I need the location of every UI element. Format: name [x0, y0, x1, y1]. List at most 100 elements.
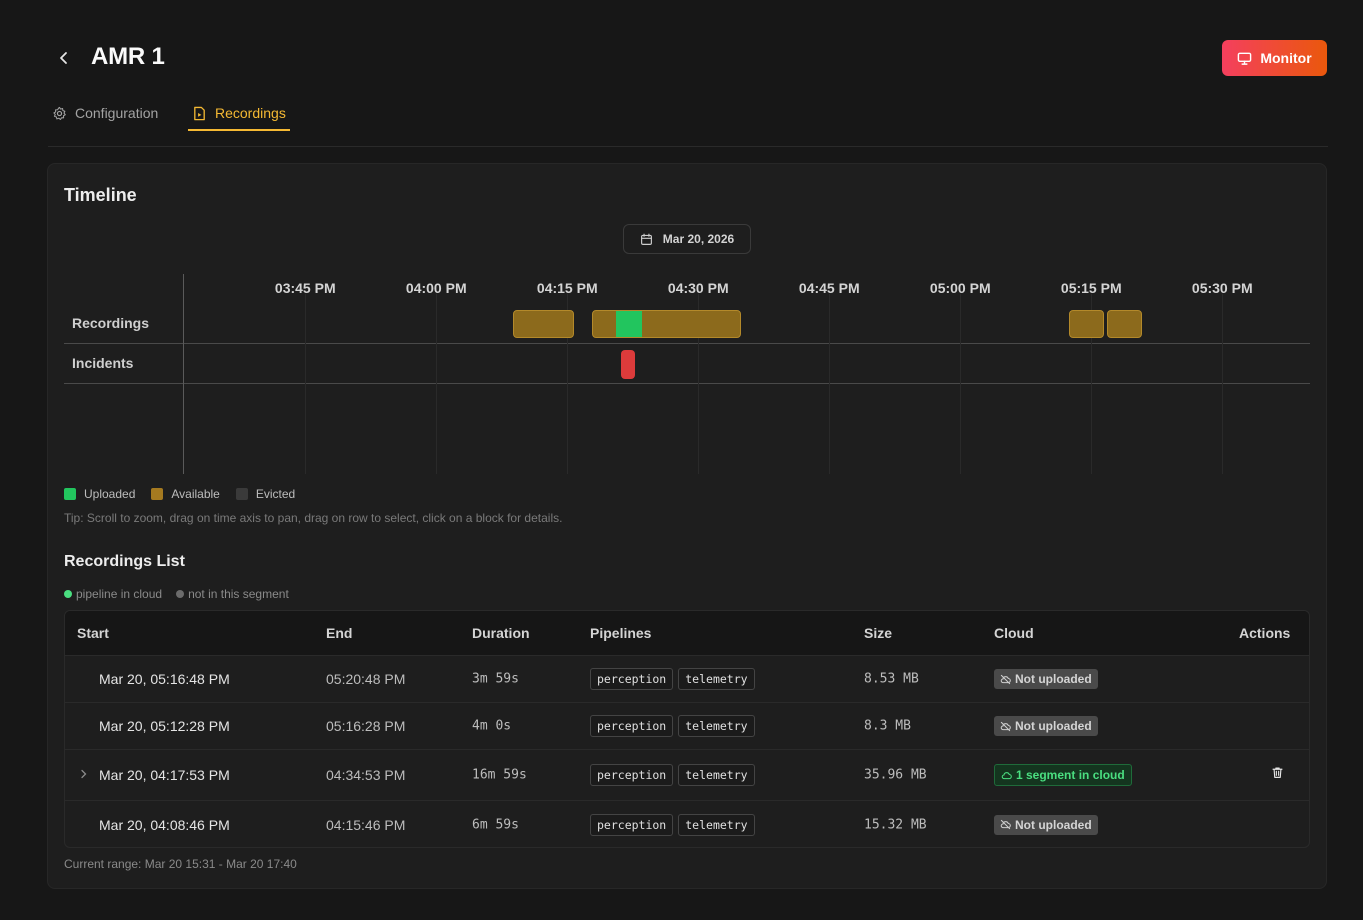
file-video-icon: [194, 106, 205, 120]
timeline-tip: Tip: Scroll to zoom, drag on time axis t…: [64, 511, 563, 525]
cloud-status-badge: Not uploaded: [994, 669, 1098, 689]
timeline-tick-label: 04:45 PM: [798, 280, 860, 296]
monitor-label: Monitor: [1260, 50, 1312, 66]
legend-label: Uploaded: [84, 487, 136, 501]
column-header-size[interactable]: Size: [864, 625, 892, 641]
trash-icon: [1272, 767, 1283, 778]
pipeline-chip: telemetry: [678, 715, 755, 737]
legend-label: Evicted: [255, 487, 296, 501]
timeline-gridline: [305, 294, 307, 474]
expand-row-button[interactable]: [79, 766, 89, 784]
calendar-icon: [640, 233, 652, 245]
legend-swatch: [151, 488, 164, 500]
cell-end: 05:16:28 PM: [326, 718, 406, 734]
table-header: Start End Duration Pipelines Size Cloud …: [65, 611, 1309, 656]
cloud-status-label: 1 segment in cloud: [1016, 768, 1125, 782]
timeline-tick-label: 04:00 PM: [405, 280, 467, 296]
tab-configuration[interactable]: Configuration: [52, 96, 158, 130]
cell-start: Mar 20, 04:17:53 PM: [99, 767, 230, 783]
table-row[interactable]: Mar 20, 04:17:53 PM 04:34:53 PM 16m 59s per…: [65, 750, 1309, 801]
chevron-left-icon: [60, 52, 67, 64]
cloud-status-badge: 1 segment in cloud: [994, 764, 1132, 786]
legend-label: pipeline in cloud: [76, 587, 163, 601]
cell-start: Mar 20, 05:16:48 PM: [99, 671, 230, 687]
back-button[interactable]: [54, 48, 74, 68]
cell-end: 05:20:48 PM: [326, 671, 406, 687]
cloud-status-badge: Not uploaded: [994, 814, 1098, 835]
cloud-status-label: Not uploaded: [1015, 672, 1092, 686]
column-header-end[interactable]: End: [326, 625, 352, 641]
legend-item: Available: [151, 487, 220, 501]
timeline-row-divider: [64, 343, 1310, 344]
recordings-card: Timeline Mar 20, 2026 Recordings Inciden…: [47, 163, 1327, 889]
pipeline-chip: perception: [590, 715, 674, 737]
uploaded-segment[interactable]: [616, 311, 643, 337]
tab-configuration-label: Configuration: [75, 105, 159, 121]
date-picker-button[interactable]: Mar 20, 2026: [623, 224, 751, 254]
cell-size: 35.96 MB: [864, 767, 927, 783]
timeline-tick-label: 05:30 PM: [1191, 280, 1253, 296]
timeline-gridline: [1222, 294, 1224, 474]
timeline-legend: Uploaded Available Evicted: [64, 487, 295, 501]
cell-size: 8.3 MB: [864, 718, 911, 734]
pipeline-chip: perception: [590, 668, 674, 690]
recording-block[interactable]: [512, 310, 574, 338]
chevron-right-icon: [81, 769, 87, 779]
cloud-icon: [1001, 771, 1012, 779]
table-row[interactable]: Mar 20, 05:16:48 PM 05:20:48 PM 3m 59s perc…: [65, 656, 1309, 703]
recording-block[interactable]: [592, 310, 741, 338]
timeline-tick-label: 05:00 PM: [929, 280, 991, 296]
pipeline-chip: telemetry: [678, 813, 755, 836]
delete-button[interactable]: [1271, 766, 1284, 784]
list-legend-item: not in this segment: [176, 587, 289, 601]
column-header-duration[interactable]: Duration: [472, 625, 530, 641]
recordings-table: Start End Duration Pipelines Size Cloud …: [64, 610, 1310, 848]
timeline-gridline: [829, 294, 831, 474]
recordings-list-legend: pipeline in cloud not in this segment: [64, 587, 289, 601]
cell-size: 15.32 MB: [864, 817, 927, 832]
legend-item: Evicted: [235, 487, 296, 501]
cell-duration: 3m 59s: [472, 671, 519, 687]
legend-label: Available: [171, 487, 220, 501]
cell-duration: 4m 0s: [472, 718, 512, 734]
incidents-row-label: Incidents: [72, 355, 134, 371]
timeline-tick-label: 03:45 PM: [274, 280, 336, 296]
legend-dot: [64, 590, 72, 598]
cloud-off-icon: [1000, 819, 1011, 830]
pipeline-chip: perception: [590, 764, 674, 786]
recording-block[interactable]: [1106, 310, 1142, 338]
monitor-icon: [1238, 52, 1252, 65]
cell-pipelines: perception telemetry: [590, 668, 755, 690]
legend-item: Uploaded: [64, 487, 135, 501]
cell-size: 8.53 MB: [864, 671, 919, 687]
table-row[interactable]: Mar 20, 05:12:28 PM 05:16:28 PM 4m 0s perce…: [65, 703, 1309, 750]
cell-pipelines: perception telemetry: [590, 715, 755, 737]
page-title: AMR 1: [91, 43, 165, 70]
cell-pipelines: perception telemetry: [590, 764, 755, 786]
incident-marker[interactable]: [621, 350, 636, 379]
column-header-start[interactable]: Start: [77, 625, 109, 641]
pipeline-chip: perception: [590, 813, 674, 836]
table-row[interactable]: Mar 20, 04:08:46 PM 04:15:46 PM 6m 59s perc…: [65, 801, 1309, 847]
timeline-chart[interactable]: Recordings Incidents 03:45 PM 04:00 PM 04:…: [64, 274, 1310, 474]
cell-cloud: Not uploaded: [994, 716, 1098, 736]
pipeline-chip: telemetry: [678, 668, 755, 690]
cell-start: Mar 20, 05:12:28 PM: [99, 718, 230, 734]
cloud-status-label: Not uploaded: [1015, 719, 1092, 733]
cell-duration: 16m 59s: [472, 767, 527, 783]
cell-cloud: Not uploaded: [994, 669, 1098, 689]
timeline-title: Timeline: [64, 185, 137, 205]
timeline-axis-line: [183, 274, 184, 474]
cloud-status-label: Not uploaded: [1015, 817, 1092, 832]
tab-recordings[interactable]: Recordings: [188, 96, 290, 131]
timeline-gridline: [436, 294, 438, 474]
recording-block[interactable]: [1069, 310, 1105, 338]
current-range: Current range: Mar 20 15:31 - Mar 20 17:…: [64, 857, 297, 871]
cell-end: 04:15:46 PM: [326, 816, 406, 833]
tab-recordings-label: Recordings: [215, 105, 286, 121]
legend-dot: [176, 590, 185, 598]
cloud-off-icon: [1000, 721, 1011, 731]
monitor-button[interactable]: Monitor: [1222, 40, 1327, 76]
cell-cloud: 1 segment in cloud: [994, 764, 1132, 786]
timeline-tick-label: 04:15 PM: [536, 280, 598, 296]
